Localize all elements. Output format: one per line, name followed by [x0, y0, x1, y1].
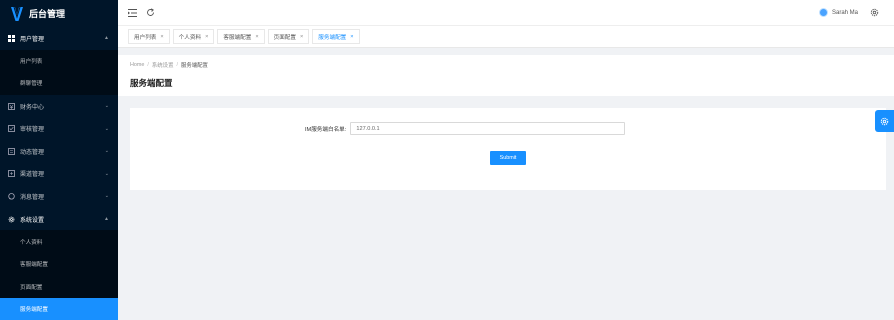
- tab-label: 页面配置: [273, 34, 296, 41]
- sidebar: 后台管理 用户管理 ▲ 用户列表 群聊管理 财务中心 ⌄ 审核管理 ⌄ 动态管理…: [0, 0, 118, 320]
- sidebar-group-label: 财务中心: [20, 104, 45, 111]
- submenu-user-management: 用户列表 群聊管理: [0, 49, 118, 95]
- gear-icon: [8, 216, 15, 222]
- sidebar-item-label: 群聊管理: [20, 81, 43, 88]
- page-title: 服务端配置: [130, 78, 173, 88]
- sidebar-item-client-config[interactable]: 客服端配置: [0, 253, 118, 276]
- close-icon[interactable]: ×: [255, 34, 258, 40]
- tab-page-config[interactable]: 页面配置 ×: [267, 29, 310, 44]
- finance-icon: [8, 102, 15, 110]
- submit-button[interactable]: Submit: [490, 151, 526, 165]
- audit-icon: [8, 125, 15, 133]
- submenu-system-settings: 个人资料 客服端配置 页面配置 服务端配置: [0, 230, 118, 320]
- chevron-down-icon: ⌄: [104, 148, 109, 155]
- ip-whitelist-row: IM服务端白名单:: [305, 122, 626, 135]
- close-icon[interactable]: ×: [205, 34, 208, 40]
- tab-label: 服务端配置: [318, 34, 347, 41]
- sidebar-group-feed[interactable]: 动态管理 ⌄: [0, 140, 118, 163]
- sidebar-item-label: 个人资料: [20, 239, 43, 246]
- close-icon[interactable]: ×: [350, 34, 353, 40]
- page-header: Home / 系统设置 / 服务端配置 服务端配置: [118, 55, 894, 96]
- breadcrumb-home[interactable]: Home: [130, 62, 144, 68]
- chevron-up-icon: ▲: [104, 216, 109, 223]
- channel-icon: [8, 170, 15, 178]
- sidebar-item-group-chat[interactable]: 群聊管理: [0, 72, 118, 95]
- app-title: 后台管理: [29, 9, 66, 19]
- menu-fold-icon[interactable]: [126, 7, 138, 19]
- chevron-down-icon: ⌄: [104, 170, 109, 177]
- breadcrumb-separator: /: [176, 62, 178, 68]
- tab-server-config[interactable]: 服务端配置 ×: [312, 29, 360, 44]
- message-icon: [8, 193, 15, 200]
- sidebar-item-label: 用户列表: [20, 58, 43, 65]
- tab-user-list[interactable]: 用户列表 ×: [128, 29, 170, 44]
- top-header: Sarah Ma: [118, 0, 894, 25]
- sidebar-item-label: 页面配置: [20, 284, 43, 291]
- app-logo[interactable]: 后台管理: [0, 0, 118, 27]
- refresh-icon[interactable]: [144, 7, 156, 19]
- tab-bar: 用户列表 × 个人资料 × 客服端配置 × 页面配置 × 服务端配置 ×: [118, 25, 894, 48]
- feed-icon: [8, 147, 15, 155]
- ip-whitelist-input[interactable]: [350, 122, 626, 135]
- breadcrumb-parent[interactable]: 系统设置: [152, 61, 174, 69]
- sidebar-item-user-list[interactable]: 用户列表: [0, 50, 118, 73]
- sidebar-group-audit[interactable]: 审核管理 ⌄: [0, 117, 118, 140]
- sidebar-item-label: 服务端配置: [20, 307, 48, 314]
- sidebar-group-label: 系统设置: [20, 217, 45, 224]
- tab-label: 个人资料: [178, 34, 202, 41]
- breadcrumb: Home / 系统设置 / 服务端配置: [130, 61, 882, 69]
- avatar: [818, 8, 828, 17]
- chevron-up-icon: ▲: [104, 35, 109, 42]
- user-menu[interactable]: Sarah Ma: [818, 8, 858, 17]
- sidebar-item-label: 客服端配置: [20, 262, 48, 269]
- logo-icon: [11, 6, 23, 21]
- sidebar-item-server-config[interactable]: 服务端配置: [0, 298, 118, 320]
- sidebar-group-message[interactable]: 消息管理 ⌄: [0, 185, 118, 208]
- user-name: Sarah Ma: [831, 9, 858, 16]
- close-icon[interactable]: ×: [160, 34, 163, 40]
- tab-label: 用户列表: [134, 34, 157, 41]
- sidebar-group-system-settings[interactable]: 系统设置 ▲: [0, 208, 118, 231]
- tab-label: 客服端配置: [223, 34, 252, 41]
- chevron-down-icon: ⌄: [104, 103, 109, 110]
- sidebar-group-finance[interactable]: 财务中心 ⌄: [0, 95, 118, 118]
- config-card: IM服务端白名单: Submit: [130, 108, 886, 190]
- breadcrumb-separator: /: [147, 62, 149, 68]
- sidebar-group-label: 用户管理: [20, 36, 45, 43]
- sidebar-group-channel[interactable]: 渠道管理 ⌄: [0, 163, 118, 186]
- gear-icon: [880, 117, 889, 125]
- tab-profile[interactable]: 个人资料 ×: [172, 29, 215, 44]
- chevron-down-icon: ⌄: [104, 193, 109, 200]
- sidebar-group-label: 动态管理: [20, 149, 45, 156]
- settings-icon[interactable]: [868, 7, 880, 19]
- grid-icon: [8, 34, 15, 42]
- floating-settings-button[interactable]: [875, 110, 894, 132]
- sidebar-group-label: 审核管理: [20, 127, 45, 134]
- breadcrumb-current: 服务端配置: [180, 63, 208, 69]
- sidebar-item-page-config[interactable]: 页面配置: [0, 276, 118, 299]
- sidebar-group-user-management[interactable]: 用户管理 ▲: [0, 27, 118, 50]
- chevron-down-icon: ⌄: [104, 125, 109, 132]
- sidebar-group-label: 消息管理: [20, 194, 45, 201]
- ip-whitelist-label: IM服务端白名单:: [305, 126, 347, 133]
- close-icon[interactable]: ×: [300, 34, 303, 40]
- sidebar-group-label: 渠道管理: [20, 172, 45, 179]
- sidebar-item-profile[interactable]: 个人资料: [0, 230, 118, 253]
- tab-client-config[interactable]: 客服端配置 ×: [217, 29, 265, 44]
